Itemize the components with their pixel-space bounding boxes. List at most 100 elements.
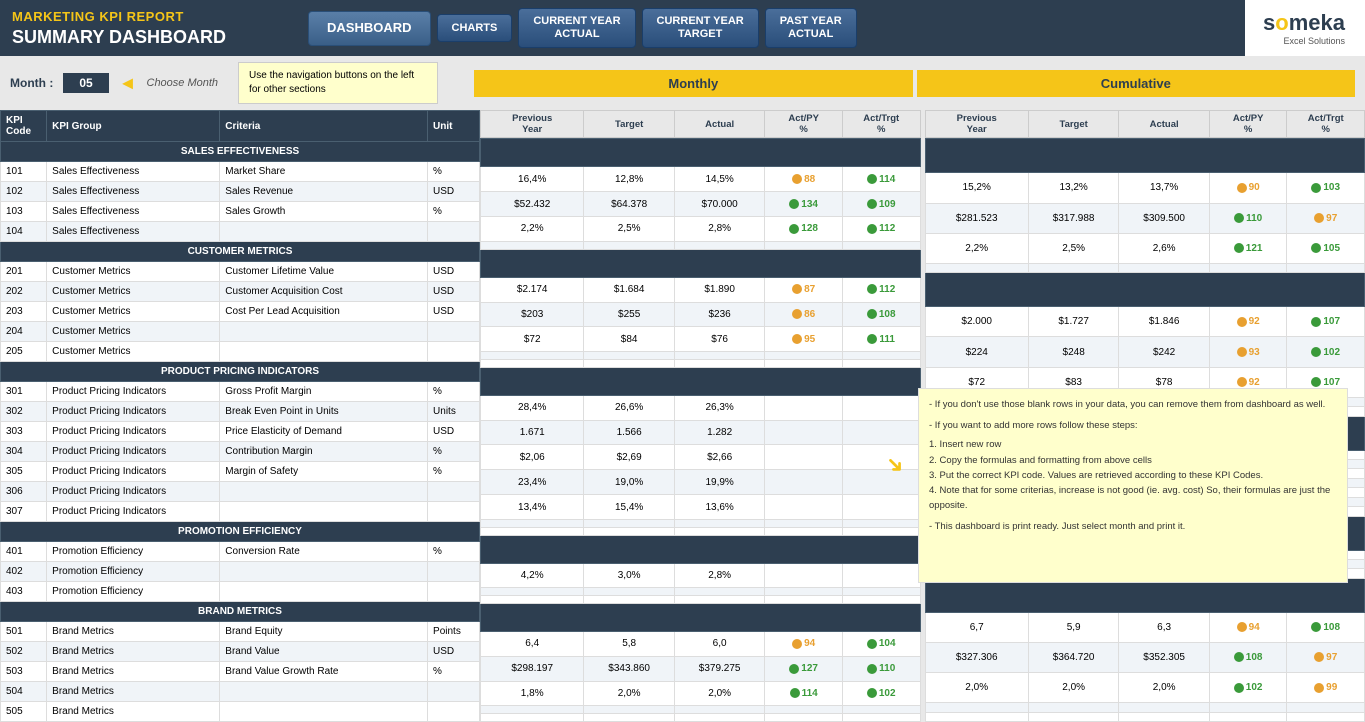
th-unit: Unit [428,111,480,142]
th-target-m: Target [584,111,674,138]
monthly-data-row [481,714,921,722]
cumulative-data-row [925,703,1365,712]
th-acttgt-m: Act/Trgt% [842,111,920,138]
current-year-target-button[interactable]: CURRENT YEAR TARGET [642,8,759,48]
th-prev-year-m: PreviousYear [481,111,584,138]
monthly-data-table: 16,4% 12,8% 14,5% 88 114 $52.432 $64.378… [480,138,921,722]
monthly-section-header-row [481,367,921,395]
monthly-section-header-row [481,249,921,277]
kpi-row: 305 Product Pricing Indicators Margin of… [1,462,480,482]
logo-area: someka Excel Solutions [1245,0,1365,56]
cumulative-data-row: 15,2% 13,2% 13,7% 90 103 [925,173,1365,203]
kpi-row: 403 Promotion Efficiency [1,582,480,602]
cumulative-data-row: $281.523 $317.988 $309.500 110 97 [925,203,1365,233]
monthly-data-row [481,520,921,528]
hint-line5: 3. Put the correct KPI code. Values are … [929,468,1337,483]
cumulative-data-row [925,712,1365,722]
kpi-row: 402 Promotion Efficiency [1,562,480,582]
cumulative-data-row: 2,2% 2,5% 2,6% 121 105 [925,233,1365,263]
monthly-section-header-row [481,535,921,563]
month-row: Month : 05 ◄ Choose Month Use the naviga… [0,56,1365,110]
kpi-row: 202 Customer Metrics Customer Acquisitio… [1,282,480,302]
nav-hint: Use the navigation buttons on the left f… [238,62,438,104]
kpi-row: 302 Product Pricing Indicators Break Eve… [1,402,480,422]
th-actual-m: Actual [674,111,764,138]
th-kpi-code: KPI Code [1,111,47,142]
kpi-row: 304 Product Pricing Indicators Contribut… [1,442,480,462]
data-col-headers: PreviousYear Target Actual Act/PY% Act/T… [480,110,1365,138]
monthly-data-row: 13,4% 15,4% 13,6% [481,495,921,520]
hint-line1: - If you don't use those blank rows in y… [929,397,1337,412]
logo-tagline: Excel Solutions [1283,36,1345,46]
kpi-row: 104 Sales Effectiveness [1,222,480,242]
dashboard-button[interactable]: DASHBOARD [308,11,431,46]
monthly-data-row: $298.197 $343.860 $379.275 127 110 [481,656,921,681]
cumulative-data-row: $224 $248 $242 93 102 [925,337,1365,367]
header-left: MARKETING KPI REPORT SUMMARY DASHBOARD [0,0,300,56]
month-value[interactable]: 05 [63,73,108,93]
monthly-header: Monthly [474,70,912,97]
kpi-row: 307 Product Pricing Indicators [1,502,480,522]
cumulative-section-header-row [925,273,1365,307]
monthly-col-headers: PreviousYear Target Actual Act/PY% Act/T… [480,110,921,138]
hint-line3: 1. Insert new row [929,437,1337,452]
current-year-actual-button[interactable]: CURRENT YEAR ACTUAL [518,8,635,48]
monthly-data-row: $2,06 $2,69 $2,66 [481,445,921,470]
header-nav: DASHBOARD CHARTS CURRENT YEAR ACTUAL CUR… [300,0,1245,56]
monthly-data-row: 6,4 5,8 6,0 94 104 [481,631,921,656]
kpi-row: 303 Product Pricing Indicators Price Ela… [1,422,480,442]
cumulative-data-row: 2,0% 2,0% 2,0% 102 99 [925,673,1365,703]
monthly-data-row [481,360,921,368]
choose-month-label: Choose Month [147,77,219,89]
cumulative-header: Cumulative [917,70,1355,97]
section-header-row: PRODUCT PRICING INDICATORS [1,362,480,382]
section-header-row: SALES EFFECTIVENESS [1,142,480,162]
monthly-data-row [481,241,921,249]
kpi-row: 301 Product Pricing Indicators Gross Pro… [1,382,480,402]
th-acttgt-c: Act/Trgt% [1287,111,1365,138]
charts-button[interactable]: CHARTS [437,14,513,42]
dashboard-label: SUMMARY DASHBOARD [12,27,288,48]
th-target-c: Target [1028,111,1118,138]
monthly-section-header-row [481,603,921,631]
monthly-section-header-row [481,139,921,167]
th-kpi-group: KPI Group [47,111,220,142]
th-actpy-c: Act/PY% [1209,111,1287,138]
monthly-data-row [481,527,921,535]
kpi-row: 201 Customer Metrics Customer Lifetime V… [1,262,480,282]
monthly-data-row [481,596,921,604]
logo-name: someka [1263,10,1345,36]
monthly-data-row: $72 $84 $76 95 111 [481,327,921,352]
monthly-data-row: 1.671 1.566 1.282 [481,420,921,445]
kpi-row: 204 Customer Metrics [1,322,480,342]
monthly-data-row: $203 $255 $236 86 108 [481,302,921,327]
monthly-data-row: 16,4% 12,8% 14,5% 88 114 [481,167,921,192]
kpi-row: 401 Promotion Efficiency Conversion Rate… [1,542,480,562]
kpi-row: 203 Customer Metrics Cost Per Lead Acqui… [1,302,480,322]
hint-line7: - This dashboard is print ready. Just se… [929,519,1337,534]
kpi-row: 505 Brand Metrics [1,702,480,722]
section-header-row: BRAND METRICS [1,602,480,622]
cumulative-data-row: $2.000 $1.727 $1.846 92 107 [925,307,1365,337]
kpi-row: 205 Customer Metrics [1,342,480,362]
hint-box: - If you don't use those blank rows in y… [918,388,1348,583]
past-year-actual-button[interactable]: PAST YEAR ACTUAL [765,8,857,48]
monthly-data-row: $52.432 $64.378 $70.000 134 109 [481,192,921,217]
kpi-table-wrapper: KPI Code KPI Group Criteria Unit SALES E… [0,110,480,722]
hint-line4: 2. Copy the formulas and formatting from… [929,453,1337,468]
kpi-row: 103 Sales Effectiveness Sales Growth % [1,202,480,222]
month-label: Month : [10,76,53,90]
kpi-row: 306 Product Pricing Indicators [1,482,480,502]
th-prev-year-c: PreviousYear [925,111,1028,138]
section-header-row: PROMOTION EFFICIENCY [1,522,480,542]
left-arrow-icon[interactable]: ◄ [119,73,137,94]
cumulative-section-header-row [925,139,1365,173]
someka-logo: someka Excel Solutions [1255,6,1353,50]
hint-line2: - If you want to add more rows follow th… [929,418,1337,433]
kpi-row: 501 Brand Metrics Brand Equity Points [1,622,480,642]
app-container: MARKETING KPI REPORT SUMMARY DASHBOARD D… [0,0,1365,722]
marketing-label: MARKETING KPI REPORT [12,9,288,24]
monthly-data-row: 1,8% 2,0% 2,0% 114 102 [481,681,921,706]
cumulative-data-row: 6,7 5,9 6,3 94 108 [925,612,1365,642]
cumulative-section-header-row [925,578,1365,612]
